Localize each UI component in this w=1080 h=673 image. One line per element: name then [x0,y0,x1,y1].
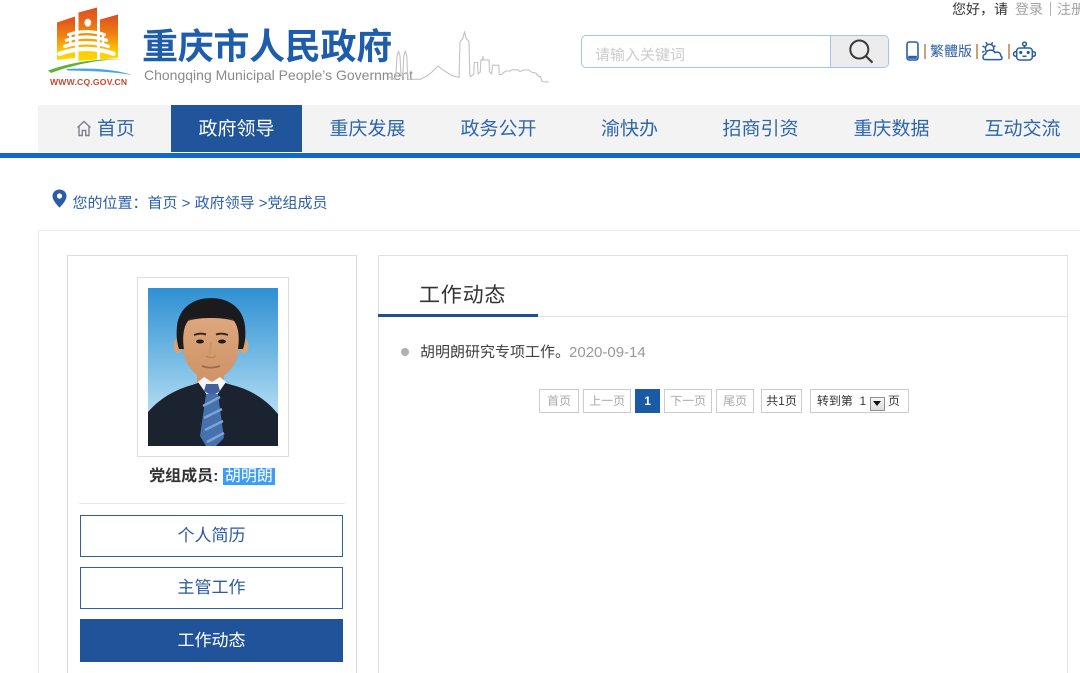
svg-text:WWW.CQ.GOV.CN: WWW.CQ.GOV.CN [50,77,127,87]
